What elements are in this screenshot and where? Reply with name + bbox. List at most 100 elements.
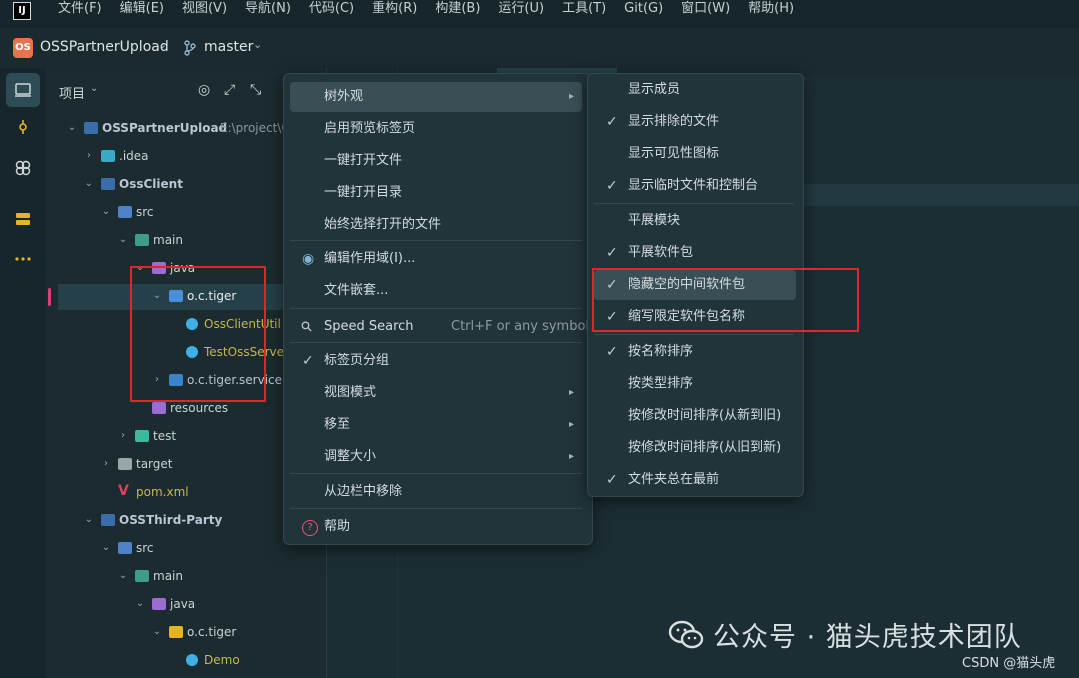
submenu-item[interactable]: 显示可见性图标 [594, 139, 796, 169]
menu-window[interactable]: 窗口(W) [681, 0, 730, 20]
chevron-down-icon[interactable]: ⌄ [66, 116, 78, 140]
chevron-right-icon[interactable]: › [83, 144, 95, 168]
submenu-item[interactable]: ✓ 显示排除的文件 [594, 107, 796, 137]
context-menu-item[interactable]: 文件嵌套... [290, 276, 582, 306]
menu-edit[interactable]: 编辑(E) [120, 0, 164, 20]
commit-tool-button[interactable] [6, 110, 40, 144]
context-menu-item[interactable]: ✓ 标签页分组 [290, 346, 582, 376]
submenu-item[interactable]: 平展模块 [594, 206, 796, 236]
chevron-down-icon[interactable]: ⌄ [90, 83, 98, 94]
project-view-icon [15, 83, 31, 97]
module-icon [101, 514, 115, 526]
menu-help[interactable]: 帮助(H) [748, 0, 794, 20]
menu-item-label: 显示排除的文件 [628, 114, 720, 129]
chevron-down-icon[interactable]: ⌄ [117, 228, 129, 252]
project-name[interactable]: OSSPartnerUpload [40, 39, 169, 55]
menu-refactor[interactable]: 重构(R) [372, 0, 417, 20]
chevron-down-icon[interactable]: ⌄ [158, 38, 167, 51]
context-menu-item[interactable]: 启用预览标签页 [290, 114, 582, 144]
check-icon: ✓ [302, 353, 314, 369]
plugins-tool-button[interactable] [6, 151, 40, 185]
context-menu-item[interactable]: 视图模式 ▸ [290, 378, 582, 408]
menu-run[interactable]: 运行(U) [498, 0, 544, 20]
structure-tool-button[interactable] [6, 202, 40, 236]
submenu-item[interactable]: ✓ 显示临时文件和控制台 [594, 171, 796, 201]
menu-item-label: 一键打开文件 [324, 153, 403, 168]
submenu-item[interactable]: ✓ 平展软件包 [594, 238, 796, 268]
menu-item-label: 文件嵌套... [324, 283, 389, 298]
submenu-item[interactable]: ✓ 隐藏空的中间软件包 [594, 270, 796, 300]
intellij-logo-icon[interactable]: IJ [13, 2, 31, 20]
folder-src-icon [118, 206, 132, 218]
context-menu-item[interactable]: 调整大小 ▸ [290, 442, 582, 472]
submenu-item[interactable]: ✓ 文件夹总在最前 [594, 465, 796, 495]
context-menu-item[interactable]: ◉ 编辑作用域(I)... [290, 244, 582, 274]
tree-item-label: o.c.tiger [187, 289, 237, 303]
chevron-down-icon[interactable]: ⌄ [100, 536, 112, 560]
menu-tools[interactable]: 工具(T) [562, 0, 606, 20]
context-menu-item[interactable]: 树外观 ▸ [290, 82, 582, 112]
chevron-down-icon[interactable]: ⌄ [100, 200, 112, 224]
chevron-down-icon[interactable]: ⌄ [134, 592, 146, 616]
check-icon: ✓ [606, 114, 618, 130]
context-menu-item[interactable]: ⚲ Speed Search Ctrl+F or any symbol [290, 312, 589, 342]
more-tools-button[interactable] [6, 242, 40, 276]
tree-item-label: o.c.tiger.service [187, 373, 283, 387]
menu-git[interactable]: Git(G) [624, 0, 663, 20]
tree-row[interactable]: ⌄ java [46, 592, 326, 616]
locate-icon[interactable]: ◎ [198, 82, 210, 98]
menu-item-label: 树外观 [324, 89, 364, 104]
submenu-item[interactable]: 显示成员 [594, 75, 796, 105]
chevron-down-icon[interactable]: ⌄ [83, 508, 95, 532]
collapse-icon[interactable]: ⤡ [250, 82, 261, 98]
tree-row[interactable]: ⌄ o.c.tiger [46, 620, 326, 644]
chevron-right-icon[interactable]: › [100, 452, 112, 476]
context-menu-item[interactable]: 从边栏中移除 [290, 477, 582, 507]
chevron-down-icon[interactable]: ⌄ [253, 38, 262, 51]
tree-item-label: Demo [204, 653, 240, 667]
folder-java-icon [152, 262, 166, 274]
menu-file[interactable]: 文件(F) [58, 0, 102, 20]
menu-item-label: 按修改时间排序(从新到旧) [628, 408, 782, 423]
submenu-item[interactable]: 按修改时间排序(从新到旧) [594, 401, 796, 431]
context-menu-item[interactable]: 始终选择打开的文件 [290, 210, 582, 240]
panel-title[interactable]: 项目 [59, 83, 85, 102]
wechat-icon [668, 620, 704, 649]
tree-item-label: src [136, 205, 154, 219]
submenu-item[interactable]: 按修改时间排序(从旧到新) [594, 433, 796, 463]
tree-item-label: main [153, 569, 183, 583]
chevron-right-icon[interactable]: › [117, 424, 129, 448]
chevron-down-icon[interactable]: ⌄ [83, 172, 95, 196]
project-badge[interactable]: OS [13, 38, 33, 58]
menu-item-label: 隐藏空的中间软件包 [628, 277, 746, 292]
branch-name[interactable]: master [204, 39, 253, 55]
submenu-item[interactable]: 按类型排序 [594, 369, 796, 399]
folder-res-icon [152, 402, 166, 414]
menu-code[interactable]: 代码(C) [309, 0, 354, 20]
context-menu-item[interactable]: 一键打开文件 [290, 146, 582, 176]
context-menu-item[interactable]: 移至 ▸ [290, 410, 582, 440]
scope-icon: ◉ [302, 251, 315, 267]
menu-view[interactable]: 视图(V) [182, 0, 227, 20]
chevron-right-icon[interactable]: › [151, 368, 163, 392]
submenu-item[interactable]: ✓ 按名称排序 [594, 337, 796, 367]
menu-build[interactable]: 构建(B) [435, 0, 480, 20]
help-icon: ? [302, 520, 318, 536]
tree-row[interactable]: ⌄ main [46, 564, 326, 588]
submenu-item[interactable]: ✓ 缩写限定软件包名称 [594, 302, 796, 332]
context-menu-item[interactable]: ? 帮助 [290, 512, 582, 542]
chevron-down-icon[interactable]: ⌄ [151, 284, 163, 308]
menu-navigate[interactable]: 导航(N) [245, 0, 291, 20]
package-service-icon [169, 374, 183, 386]
chevron-down-icon[interactable]: ⌄ [117, 564, 129, 588]
project-tool-button[interactable] [6, 73, 40, 107]
context-menu-item[interactable]: 一键打开目录 [290, 178, 582, 208]
tree-row[interactable]: Demo [46, 648, 326, 672]
menu-separator [290, 308, 582, 309]
search-icon: ⚲ [297, 317, 317, 337]
expand-icon[interactable]: ⤢ [224, 82, 235, 98]
menu-item-label: Speed Search [324, 319, 414, 334]
chevron-down-icon[interactable]: ⌄ [151, 620, 163, 644]
tree-item-label: target [136, 457, 173, 471]
chevron-down-icon[interactable]: ⌄ [134, 256, 146, 280]
